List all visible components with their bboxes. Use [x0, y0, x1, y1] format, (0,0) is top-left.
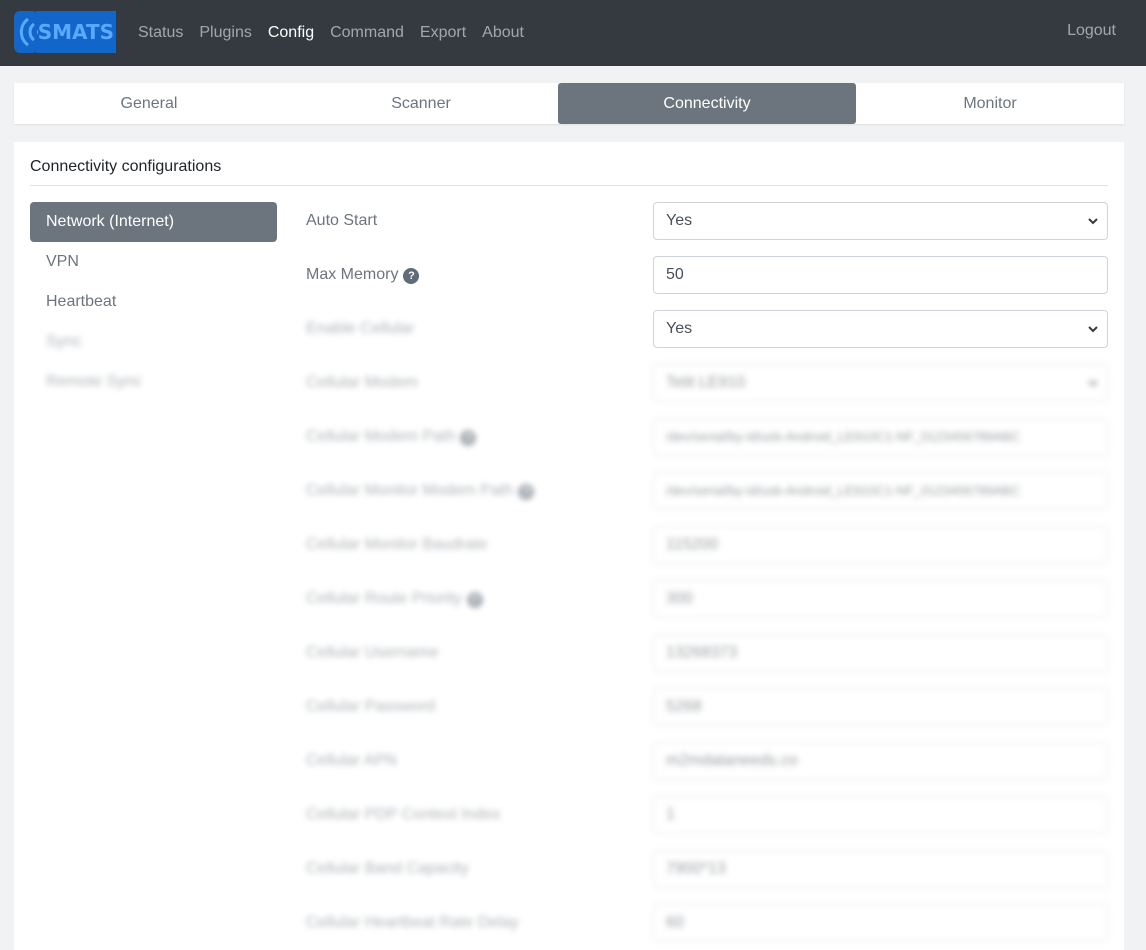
label-enable-cellular: Enable Cellular — [306, 320, 415, 337]
help-icon[interactable]: ? — [518, 484, 535, 500]
side-item-vpn[interactable]: VPN — [30, 242, 277, 282]
nav-link-plugins[interactable]: Plugins — [191, 24, 259, 42]
cellular-monitor-path-input[interactable]: /dev/serial/by-id/usb-Android_LE910C1-NF… — [653, 472, 1108, 510]
label-cellular-modem: Cellular Modem — [306, 374, 419, 391]
side-item-sync[interactable]: Sync — [30, 322, 277, 362]
label-cellular-apn: Cellular APN — [306, 752, 397, 769]
max-memory-input[interactable]: 50 — [653, 256, 1108, 294]
label-cellular-route-priority: Cellular Route Priority? — [306, 590, 483, 608]
cellular-apn-input[interactable]: m2mdataneeds.co — [653, 742, 1108, 780]
tab-general[interactable]: General — [14, 83, 284, 124]
label-cellular-modem-path: Cellular Modem Path? — [306, 428, 477, 446]
label-auto-start: Auto Start — [306, 212, 378, 229]
cellular-password-input[interactable]: 5268 — [653, 688, 1108, 726]
cellular-band-input[interactable]: 7900*13 — [653, 850, 1108, 888]
nav-links: Status Plugins Config Command Export Abo… — [130, 0, 532, 66]
help-icon[interactable]: ? — [466, 592, 483, 608]
config-card: Connectivity configurations Network (Int… — [14, 142, 1124, 950]
nav-link-export[interactable]: Export — [412, 24, 474, 42]
cellular-route-priority-input[interactable]: 300 — [653, 580, 1108, 618]
logout-link[interactable]: Logout — [1067, 0, 1116, 66]
enable-cellular-select[interactable]: Yes — [653, 310, 1108, 348]
nav-link-config[interactable]: Config — [260, 24, 322, 42]
label-cellular-baudrate: Cellular Monitor Baudrate — [306, 536, 488, 553]
label-cellular-password: Cellular Password — [306, 698, 435, 715]
config-tabs: General Scanner Connectivity Monitor — [14, 83, 1124, 124]
cellular-modem-select[interactable]: Telit LE910 — [653, 364, 1108, 402]
tab-connectivity[interactable]: Connectivity — [558, 83, 856, 124]
help-icon[interactable]: ? — [403, 268, 420, 284]
label-cellular-band: Cellular Band Capacity — [306, 860, 469, 877]
brand-name: SMATS — [35, 11, 116, 53]
side-item-network[interactable]: Network (Internet) — [30, 202, 277, 242]
help-icon[interactable]: ? — [460, 430, 477, 446]
brand-logo[interactable]: SMATS — [14, 11, 116, 53]
cellular-modem-path-input[interactable]: /dev/serial/by-id/usb-Android_LE910C1-NF… — [653, 418, 1108, 456]
card-title: Connectivity configurations — [30, 158, 222, 175]
label-cellular-pdp: Cellular PDP Context Index — [306, 806, 501, 823]
divider — [30, 185, 1108, 186]
cellular-pdp-input[interactable]: 1 — [653, 796, 1108, 834]
cellular-baudrate-input[interactable]: 115200 — [653, 526, 1108, 564]
label-cellular-heartbeat: Cellular Heartbeat Rate Delay — [306, 914, 519, 931]
side-item-remote-sync[interactable]: Remote Sync — [30, 362, 277, 402]
chevron-down-icon — [1088, 380, 1098, 387]
tab-scanner[interactable]: Scanner — [284, 83, 558, 124]
auto-start-select[interactable]: Yes — [653, 202, 1108, 240]
chevron-down-icon — [1088, 326, 1098, 333]
cellular-heartbeat-input[interactable]: 60 — [653, 904, 1108, 942]
cellular-username-input[interactable]: 13268373 — [653, 634, 1108, 672]
nav-link-about[interactable]: About — [474, 24, 532, 42]
nav-link-command[interactable]: Command — [322, 24, 412, 42]
label-cellular-username: Cellular Username — [306, 644, 439, 661]
side-item-heartbeat[interactable]: Heartbeat — [30, 282, 277, 322]
label-cellular-monitor-path: Cellular Monitor Modem Path? — [306, 482, 535, 500]
nav-link-status[interactable]: Status — [130, 24, 191, 42]
top-navbar: SMATS Status Plugins Config Command Expo… — [0, 0, 1146, 66]
chevron-down-icon — [1088, 218, 1098, 225]
label-max-memory: Max Memory? — [306, 266, 420, 284]
tab-monitor[interactable]: Monitor — [856, 83, 1124, 124]
logo-signal-icon — [14, 11, 38, 53]
